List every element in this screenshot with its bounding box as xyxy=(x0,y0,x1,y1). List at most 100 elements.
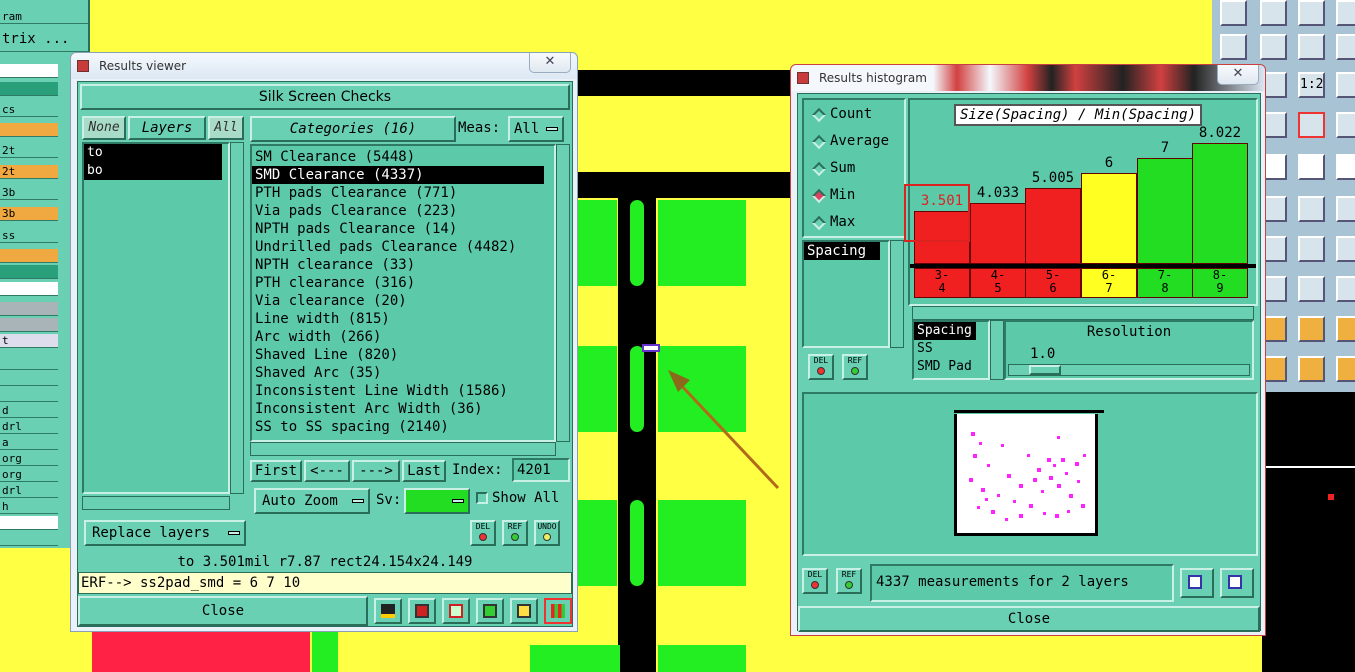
spacing-list[interactable]: Spacing xyxy=(802,240,890,348)
mode-radio-max[interactable] xyxy=(811,215,827,231)
toolbar-icon[interactable] xyxy=(1336,276,1355,302)
category-item[interactable]: NPTH clearance (33) xyxy=(252,256,554,274)
category-item[interactable]: Via pads Clearance (223) xyxy=(252,202,554,220)
measure-item-ss[interactable]: SS xyxy=(914,340,988,358)
prev-button[interactable]: <--- xyxy=(304,460,350,482)
histogram-close-button[interactable]: Close xyxy=(798,606,1260,632)
histogram-bar[interactable] xyxy=(1081,173,1137,264)
layer-item-to[interactable]: to xyxy=(84,144,222,162)
histogram-icon[interactable] xyxy=(544,598,572,624)
sv-color-dropdown[interactable] xyxy=(404,488,470,514)
left-strip-row[interactable]: a xyxy=(0,436,58,450)
mode-radio-average[interactable] xyxy=(811,134,827,150)
toolbar-icon[interactable] xyxy=(1336,196,1355,222)
toolbar-icon[interactable] xyxy=(1298,356,1325,382)
left-strip-row[interactable] xyxy=(0,82,58,96)
chart-icon-2[interactable] xyxy=(408,598,436,624)
category-item[interactable]: SS to SS spacing (2140) xyxy=(252,418,554,436)
next-button[interactable]: ---> xyxy=(352,460,400,482)
ref-button[interactable]: REF xyxy=(502,520,528,546)
left-strip-row[interactable] xyxy=(0,302,58,316)
left-strip-row[interactable]: drl xyxy=(0,484,58,498)
left-strip-row[interactable]: h xyxy=(0,500,58,514)
chart-icon-1[interactable] xyxy=(374,598,402,624)
left-strip-row[interactable]: t xyxy=(0,334,58,348)
close-window-button[interactable]: ✕ xyxy=(529,53,571,73)
category-item[interactable]: NPTH pads Clearance (14) xyxy=(252,220,554,238)
left-strip-row[interactable]: org xyxy=(0,468,58,482)
index-input[interactable]: 4201 xyxy=(512,458,570,482)
measure-scrollbar[interactable] xyxy=(990,320,1004,380)
category-item[interactable]: Arc width (266) xyxy=(252,328,554,346)
error-marker[interactable] xyxy=(642,344,660,352)
all-button[interactable]: All xyxy=(208,116,244,140)
toolbar-icon[interactable] xyxy=(1336,34,1355,60)
left-strip-row[interactable]: d xyxy=(0,404,58,418)
spacing-scrollbar[interactable] xyxy=(890,240,904,348)
mode-radio-sum[interactable] xyxy=(811,161,827,177)
toolbar-icon[interactable] xyxy=(1336,72,1355,98)
toolbar-icon[interactable] xyxy=(1298,154,1325,180)
board-preview[interactable] xyxy=(954,410,1104,536)
histogram-ref-button-2[interactable]: REF xyxy=(836,568,862,594)
histogram-titlebar[interactable]: Results histogram ✕ xyxy=(791,65,1265,91)
category-item[interactable]: Undrilled pads Clearance (4482) xyxy=(252,238,554,256)
chart-icon-5[interactable] xyxy=(510,598,538,624)
category-item[interactable]: SM Clearance (5448) xyxy=(252,148,554,166)
left-strip-row[interactable] xyxy=(0,282,58,296)
histogram-ref-button[interactable]: REF xyxy=(842,354,868,380)
toolbar-icon[interactable] xyxy=(1336,316,1355,342)
layers-hscrollbar[interactable] xyxy=(82,496,230,510)
last-button[interactable]: Last xyxy=(402,460,446,482)
left-strip-row[interactable] xyxy=(0,318,58,332)
layer-item-bo[interactable]: bo xyxy=(84,162,222,180)
left-strip-row[interactable] xyxy=(0,356,58,370)
none-button[interactable]: None xyxy=(82,116,126,140)
toolbar-icon[interactable] xyxy=(1336,356,1355,382)
toolbar-icon[interactable] xyxy=(1336,236,1355,262)
toolbar-icon[interactable] xyxy=(1298,236,1325,262)
left-strip-row[interactable]: 3b xyxy=(0,207,58,221)
toolbar-icon[interactable] xyxy=(1298,196,1325,222)
toolbar-icon[interactable] xyxy=(1220,34,1247,60)
mode-radio-count[interactable] xyxy=(811,107,827,123)
left-strip-row[interactable] xyxy=(0,532,58,546)
layers-list[interactable]: to bo xyxy=(82,142,230,494)
categories-list[interactable]: SM Clearance (5448) SMD Clearance (4337)… xyxy=(250,144,556,442)
left-strip-row[interactable] xyxy=(0,123,58,137)
slider-thumb[interactable] xyxy=(1029,365,1061,375)
layers-scrollbar[interactable] xyxy=(230,142,244,494)
toolbar-icon[interactable] xyxy=(1298,34,1325,60)
category-item[interactable]: Inconsistent Arc Width (36) xyxy=(252,400,554,418)
category-item[interactable]: Shaved Line (820) xyxy=(252,346,554,364)
close-window-button[interactable]: ✕ xyxy=(1217,65,1259,85)
auto-zoom-dropdown[interactable]: Auto Zoom xyxy=(254,488,370,514)
left-strip-row[interactable]: cs xyxy=(0,103,58,117)
spacing-item[interactable]: Spacing xyxy=(804,242,880,260)
measure-item-smd-pad[interactable]: SMD Pad xyxy=(914,358,988,376)
category-item[interactable]: Via clearance (20) xyxy=(252,292,554,310)
categories-scrollbar[interactable] xyxy=(556,144,570,442)
left-strip-row[interactable]: trix ... xyxy=(0,32,88,52)
mode-radio-min[interactable] xyxy=(811,188,827,204)
category-item[interactable]: Line width (815) xyxy=(252,310,554,328)
histogram-del-button[interactable]: DEL xyxy=(808,354,834,380)
toolbar-icon[interactable] xyxy=(1336,112,1355,138)
histogram-bar[interactable] xyxy=(1025,188,1081,264)
close-button[interactable]: Close xyxy=(78,596,368,626)
chart-hscrollbar[interactable] xyxy=(912,306,1254,320)
left-strip-row[interactable]: ram xyxy=(0,10,88,24)
results-viewer-titlebar[interactable]: Results viewer ✕ xyxy=(71,53,577,79)
measure-list[interactable]: Spacing SS SMD Pad xyxy=(912,320,990,380)
chart-icon-3[interactable] xyxy=(442,598,470,624)
histogram-del-button-2[interactable]: DEL xyxy=(802,568,828,594)
left-strip-row[interactable]: ss xyxy=(0,229,58,243)
category-item-selected[interactable]: SMD Clearance (4337) xyxy=(252,166,544,184)
toolbar-icon[interactable] xyxy=(1220,0,1247,26)
toolbar-icon[interactable] xyxy=(1336,0,1355,26)
meas-dropdown[interactable]: All xyxy=(508,116,564,142)
left-strip-row[interactable] xyxy=(0,388,58,402)
toolbar-icon[interactable] xyxy=(1298,0,1325,26)
left-strip-row[interactable]: org xyxy=(0,452,58,466)
show-all-checkbox[interactable] xyxy=(476,492,488,504)
